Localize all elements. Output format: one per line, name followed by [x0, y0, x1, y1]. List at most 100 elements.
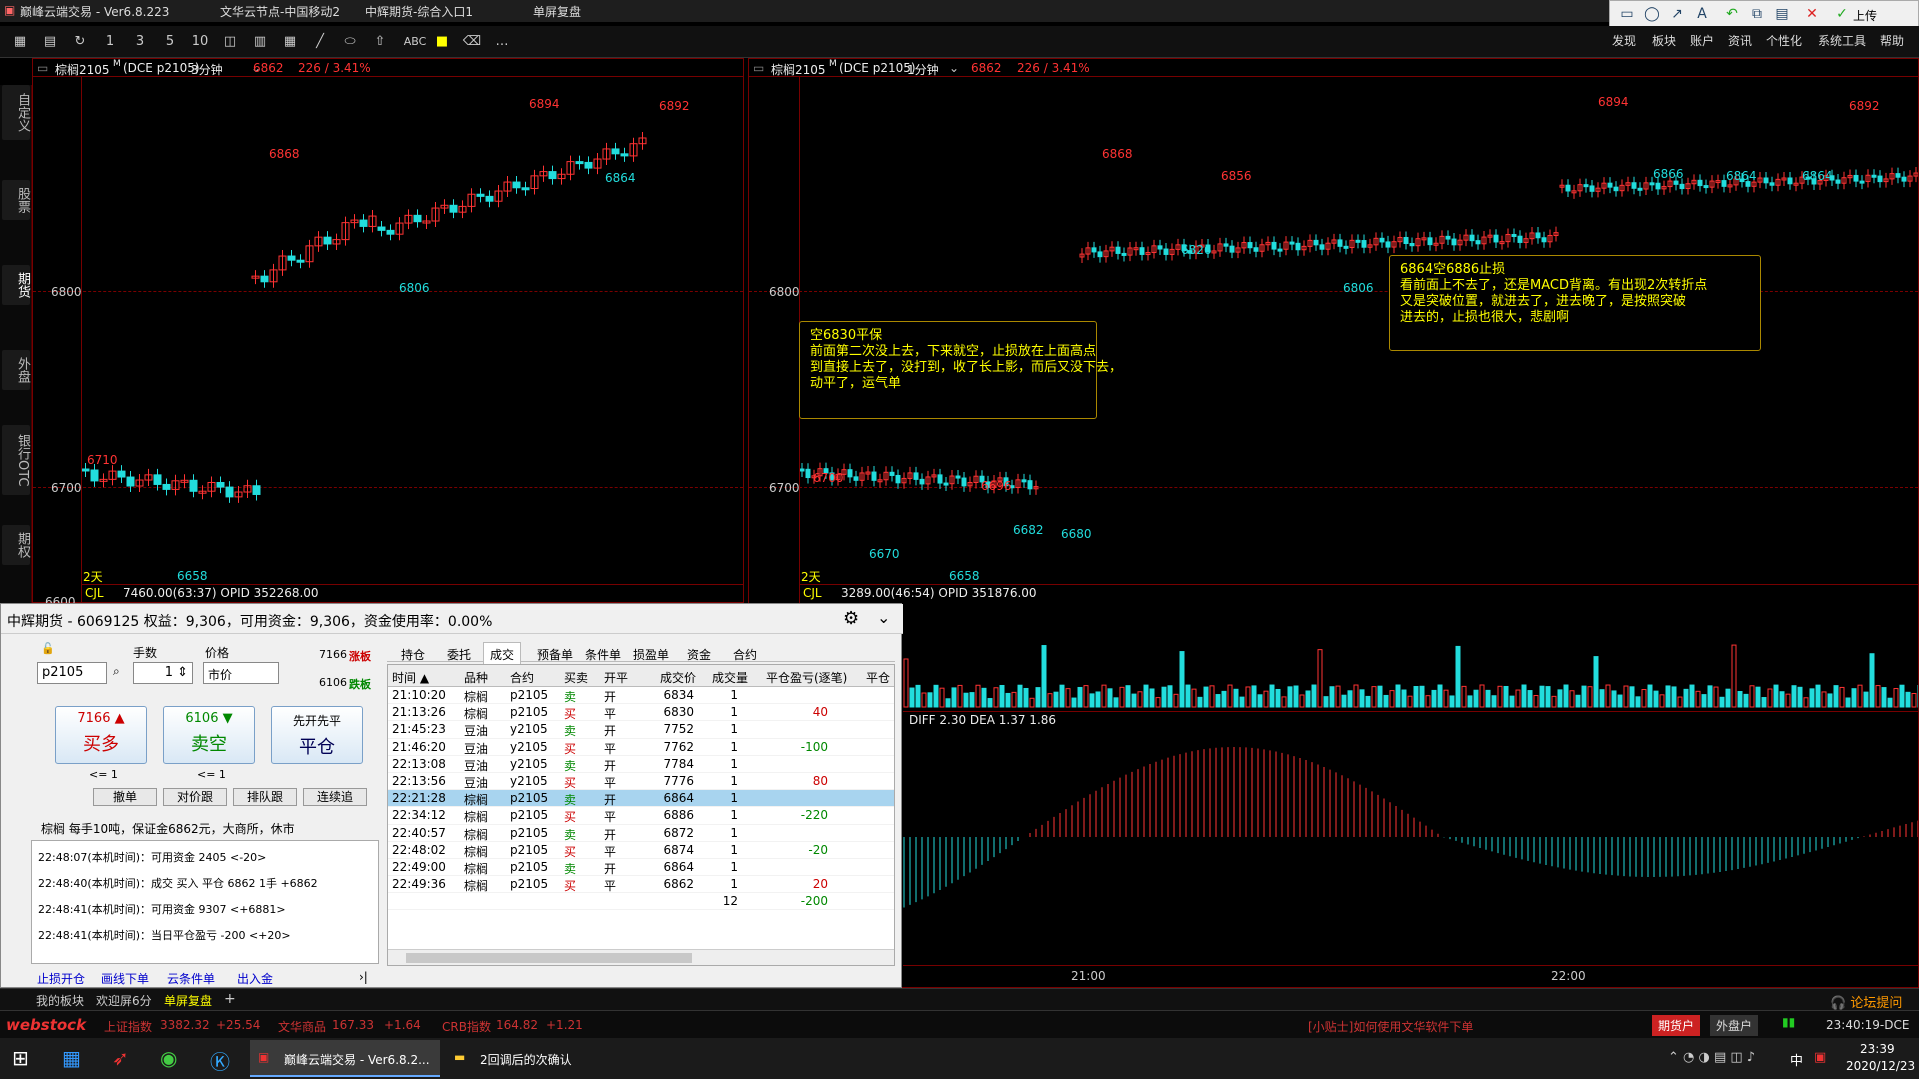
app-icon-2[interactable]: ➶	[112, 1046, 129, 1070]
undo-icon[interactable]: ↶	[1723, 5, 1741, 23]
expand-right-icon[interactable]: ›|	[359, 970, 368, 984]
close-position-button[interactable]: 先开先平 平仓	[271, 706, 363, 764]
settings-gear-icon[interactable]: ⚙	[843, 608, 859, 629]
menu-news[interactable]: 资讯	[1728, 32, 1752, 49]
table-row[interactable]: 21:46:20 豆油 y2105 买 平 7762 1 -100	[388, 739, 894, 756]
table-row[interactable]: 22:48:02 棕榈 p2105 买 平 6874 1 -20	[388, 842, 894, 859]
fills-table[interactable]: 时间 ▲ 品种 合约 买卖 开平 成交价 成交量 平仓盈亏(逐笔) 平仓 21:…	[387, 664, 895, 966]
buy-long-button[interactable]: 7166 ▲ 买多	[55, 706, 147, 764]
menu-system-tools[interactable]: 系统工具	[1818, 32, 1866, 49]
tab-orders[interactable]: 委托	[447, 646, 471, 663]
period-10-button[interactable]: 10	[190, 32, 210, 52]
app-icon-1[interactable]: ▦	[62, 1046, 81, 1070]
menu-personalize[interactable]: 个性化	[1766, 32, 1802, 49]
clock-time[interactable]: 23:39	[1860, 1042, 1895, 1056]
link-deposit-withdraw[interactable]: 出入金	[237, 970, 273, 987]
search-icon[interactable]: ⌕	[113, 664, 120, 679]
link-line-order[interactable]: 画线下单	[101, 970, 149, 987]
table-row[interactable]: 21:45:23 豆油 y2105 卖 开 7752 1	[388, 721, 894, 739]
forum-link[interactable]: 🎧 论坛提问	[1830, 992, 1902, 1011]
side-tab-bank-otc[interactable]: 银行OTC	[2, 425, 30, 495]
index-name[interactable]: 上证指数	[104, 1018, 152, 1035]
price-type-select[interactable]: 市价	[203, 662, 279, 684]
period-60-icon[interactable]: ◫	[220, 32, 240, 52]
color-fill-icon[interactable]: ■	[432, 32, 452, 52]
tab-conditional[interactable]: 条件单	[585, 646, 621, 663]
symbol-input[interactable]: p2105	[37, 662, 107, 684]
cancel-order-button[interactable]: 撤单	[93, 788, 157, 806]
tab-stop-profit[interactable]: 损盈单	[633, 646, 669, 663]
counter-price-button[interactable]: 对价跟	[163, 788, 227, 806]
tab-funds[interactable]: 资金	[687, 646, 711, 663]
arrow-up-icon[interactable]: ⇧	[370, 32, 390, 52]
menu-sector[interactable]: 板块	[1652, 32, 1676, 49]
qty-stepper[interactable]: 1 ⇕	[133, 662, 193, 684]
tab-prepared[interactable]: 预备单	[537, 646, 573, 663]
split-icon[interactable]: ▥	[250, 32, 270, 52]
table-row[interactable]: 22:49:36 棕榈 p2105 买 平 6862 1 20	[388, 876, 894, 894]
index-name[interactable]: CRB指数	[442, 1018, 491, 1035]
close-drawing-icon[interactable]: ✕	[1803, 5, 1821, 23]
tray-app-icon[interactable]: ▣	[1814, 1050, 1826, 1065]
layout-icon[interactable]: ▦	[10, 32, 30, 52]
tray-icons[interactable]: ⌃ ◔ ◑ ▤ ◫ ♪	[1668, 1050, 1755, 1065]
side-tab-custom[interactable]: 自定义	[2, 85, 30, 140]
side-tab-options[interactable]: 期权	[2, 525, 30, 565]
link-cloud-condition[interactable]: 云条件单	[167, 970, 215, 987]
clock-date[interactable]: 2020/12/23	[1846, 1059, 1915, 1073]
table-row[interactable]: 21:10:20 棕榈 p2105 卖 开 6834 1	[388, 687, 894, 705]
side-tab-overseas[interactable]: 外盘	[2, 350, 30, 390]
arrow-tool-icon[interactable]: ↗	[1668, 5, 1686, 23]
tab-fills[interactable]: 成交	[483, 642, 522, 666]
server-node[interactable]: 文华云节点-中国移动2	[220, 3, 340, 20]
broker-entry[interactable]: 中辉期货-综合入口1	[365, 3, 473, 20]
text-tool-icon[interactable]: A	[1693, 5, 1711, 23]
menu-help[interactable]: 帮助	[1880, 32, 1904, 49]
chrome-icon[interactable]: ◉	[160, 1046, 177, 1070]
copy-icon[interactable]: ⧉	[1748, 5, 1766, 23]
save-icon[interactable]: ▤	[1773, 5, 1791, 23]
period-3-button[interactable]: 3	[130, 32, 150, 52]
grid-icon[interactable]: ▦	[280, 32, 300, 52]
more-icon[interactable]: …	[492, 32, 512, 52]
table-row[interactable]: 22:13:56 豆油 y2105 买 平 7776 1 80	[388, 773, 894, 791]
save-layout-icon[interactable]: ▤	[40, 32, 60, 52]
left-symbol[interactable]: 棕榈2105	[55, 61, 110, 78]
line-tool-icon[interactable]: ╱	[310, 32, 330, 52]
left-chart-panel[interactable]: ▭ 棕榈2105 M (DCE p2105) 3分钟 ⌄ 6862 226 / …	[32, 58, 744, 609]
app-icon-k[interactable]: Ⓚ	[210, 1046, 230, 1075]
add-tab-button[interactable]: +	[224, 991, 236, 1007]
table-row[interactable]: 22:49:00 棕榈 p2105 卖 开 6864 1	[388, 859, 894, 877]
table-row[interactable]: 22:34:12 棕榈 p2105 买 平 6886 1 -220	[388, 807, 894, 825]
side-tab-stocks[interactable]: 股票	[2, 180, 30, 220]
right-period-select[interactable]: 1分钟	[907, 61, 939, 78]
ime-indicator[interactable]: 中	[1790, 1050, 1803, 1069]
sell-short-button[interactable]: 6106 ▼ 卖空	[163, 706, 255, 764]
collapse-icon[interactable]: ⌄	[877, 608, 890, 627]
table-row[interactable]: 22:21:28 棕榈 p2105 卖 开 6864 1	[388, 790, 894, 808]
table-row[interactable]: 12 -200	[388, 893, 894, 911]
side-tab-futures[interactable]: 期货	[2, 265, 30, 305]
left-period-select[interactable]: 3分钟	[191, 61, 223, 78]
refresh-icon[interactable]: ↻	[70, 32, 90, 52]
link-stop-loss-open[interactable]: 止损开仓	[37, 970, 85, 987]
right-symbol[interactable]: 棕榈2105	[771, 61, 826, 78]
table-row[interactable]: 22:40:57 棕榈 p2105 卖 开 6872 1	[388, 825, 894, 842]
table-row[interactable]: 22:13:08 豆油 y2105 卖 开 7784 1	[388, 756, 894, 773]
tab-welcome[interactable]: 欢迎屏6分	[96, 992, 152, 1009]
chevron-down-icon[interactable]: ⌄	[949, 61, 959, 75]
period-1-button[interactable]: 1	[100, 32, 120, 52]
tab-my-sectors[interactable]: 我的板块	[36, 992, 84, 1009]
ellipse-tool-icon[interactable]: ◯	[1643, 5, 1661, 23]
windows-start-icon[interactable]: ⊞	[12, 1046, 29, 1070]
tip-link[interactable]: [小贴士]如何使用文华软件下单	[1308, 1018, 1473, 1035]
overseas-account-button[interactable]: 外盘户	[1710, 1015, 1759, 1036]
index-name[interactable]: 文华商品	[278, 1018, 326, 1035]
text-abc-button[interactable]: ABC	[400, 32, 430, 52]
futures-account-button[interactable]: 期货户	[1652, 1015, 1701, 1036]
ellipse-icon[interactable]: ⬭	[340, 32, 360, 52]
right-chart-panel[interactable]: ▭ 棕榈2105 M (DCE p2105) 1分钟 ⌄ 6862 226 / …	[748, 58, 1919, 988]
period-5-button[interactable]: 5	[160, 32, 180, 52]
eraser-icon[interactable]: ⌫	[462, 32, 482, 52]
continuous-chase-button[interactable]: 连续追	[303, 788, 367, 806]
